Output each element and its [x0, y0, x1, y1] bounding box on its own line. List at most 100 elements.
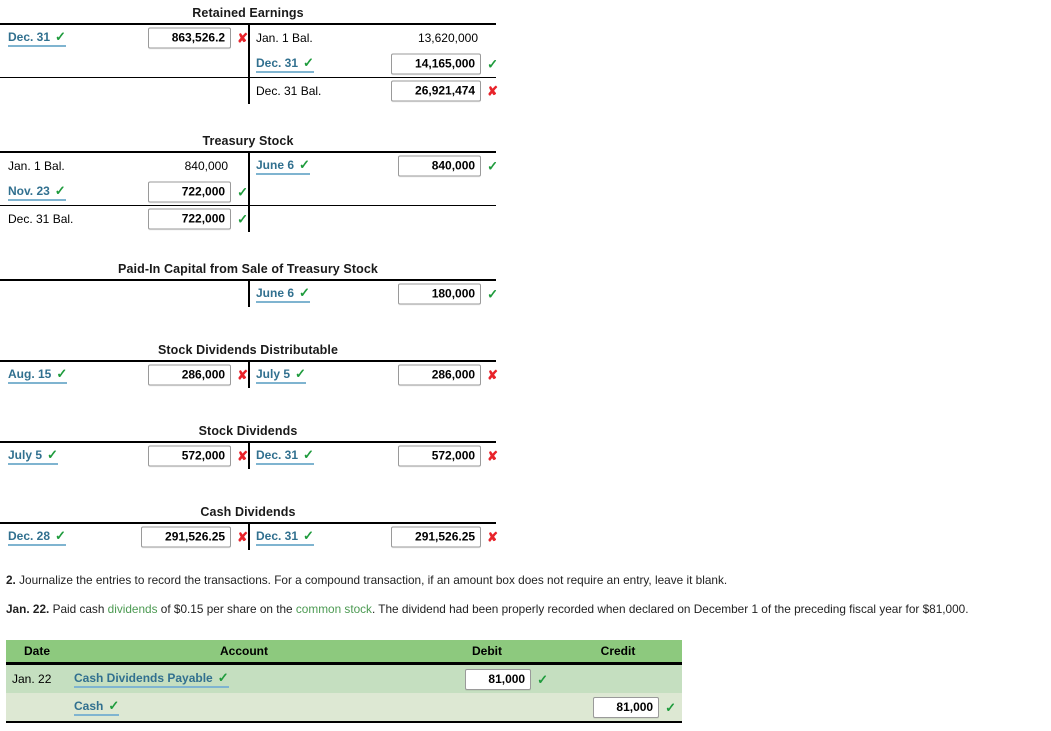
journal-date-cell: Jan. 22 — [6, 663, 68, 693]
date-link[interactable]: Dec. 31 ✓ — [256, 56, 314, 73]
t-account-body: June 6 ✓ 180,000 ✓ — [0, 279, 498, 307]
date-link[interactable]: Dec. 31 ✓ — [256, 529, 314, 546]
debit-input[interactable]: 81,000 — [465, 668, 532, 690]
t-account-body: Aug. 15 ✓ 286,000 ✘ July 5 ✓ 286,000 ✘ — [0, 360, 498, 388]
t-account-body: July 5 ✓ 572,000 ✘ Dec. 31 ✓ 572,000 ✘ — [0, 441, 498, 469]
t-account-block: Treasury Stock Jan. 1 Bal. 840,000 June 6 ✓ 8… — [0, 134, 498, 232]
amount-static: 13,620,000 — [417, 31, 478, 45]
correct-check-icon: ✓ — [665, 699, 676, 715]
incorrect-cross-icon: ✘ — [487, 529, 498, 545]
t-account-block: Stock Dividends July 5 ✓ 572,000 ✘ Dec. 31 ✓ 57… — [0, 424, 498, 469]
correct-check-icon: ✓ — [303, 527, 314, 543]
correct-check-icon: ✓ — [56, 365, 68, 381]
t-account-right-side: Dec. 31 ✓ 14,165,000 ✓ — [248, 51, 498, 77]
journal-header-row: Date Account Debit Credit — [6, 640, 682, 665]
amount-input[interactable]: 840,000 — [398, 155, 482, 177]
t-account-row: Dec. 31 ✓ 14,165,000 ✓ — [0, 51, 498, 77]
amount-cell: 13,620,000 — [418, 31, 498, 45]
amount-input[interactable]: 722,000 — [148, 181, 232, 203]
amount-input[interactable]: 291,526.25 — [141, 526, 232, 548]
amount-input[interactable]: 572,000 — [148, 445, 232, 467]
correct-check-icon: ✓ — [299, 156, 310, 172]
t-account-row: June 6 ✓ 180,000 ✓ — [0, 281, 498, 307]
t-account-right-side — [248, 179, 496, 205]
date-link[interactable]: Dec. 28 ✓ — [8, 529, 66, 546]
journal-debit-cell: 81,000 ✓ — [420, 663, 554, 693]
instruction-number: 2. — [6, 573, 16, 587]
amount-input[interactable]: 286,000 — [398, 364, 482, 386]
date-link[interactable]: June 6 ✓ — [256, 158, 310, 175]
incorrect-cross-icon: ✘ — [487, 448, 498, 464]
amount-input[interactable]: 14,165,000 — [391, 53, 482, 75]
date-link[interactable]: Aug. 15 ✓ — [8, 365, 68, 384]
amount-cell: 180,000 ✓ — [398, 283, 498, 305]
amount-cell: 840,000 — [185, 159, 248, 173]
correct-check-icon: ✓ — [47, 446, 58, 462]
t-account-body: Jan. 1 Bal. 840,000 June 6 ✓ 840,000 ✓ Nov. 23… — [0, 151, 498, 232]
incorrect-cross-icon: ✘ — [237, 529, 248, 545]
row-label: Dec. 31 Bal. — [256, 84, 322, 98]
account-link[interactable]: Cash Dividends Payable ✓ — [74, 671, 229, 688]
journal-account-cell: Cash ✓ — [68, 693, 420, 723]
journal-debit-cell — [420, 693, 554, 723]
t-account-left-side: Dec. 31 Bal. 722,000 ✓ — [0, 206, 248, 232]
column-header-date: Date — [6, 640, 68, 665]
date-link[interactable]: Dec. 31 ✓ — [8, 30, 66, 47]
journal-row: Jan. 22 Cash Dividends Payable ✓ 81,000 ✓ — [6, 663, 682, 693]
correct-check-icon: ✓ — [303, 446, 314, 462]
common-stock-link[interactable]: common stock — [296, 602, 372, 616]
t-account-left-side — [0, 78, 248, 104]
date-link[interactable]: June 6 ✓ — [256, 286, 310, 303]
t-account-right-side — [248, 206, 496, 232]
correct-check-icon: ✓ — [487, 286, 498, 302]
amount-cell: 14,165,000 ✓ — [391, 53, 498, 75]
amount-cell: 572,000 ✘ — [398, 445, 498, 467]
amount-input[interactable]: 26,921,474 — [391, 80, 482, 102]
t-account-block: Retained Earnings Dec. 31 ✓ 863,526.2 ✘ Jan. … — [0, 6, 498, 104]
t-account-left-side — [0, 281, 248, 307]
t-account-left-side: Jan. 1 Bal. 840,000 — [0, 153, 248, 179]
amount-input[interactable]: 863,526.2 — [148, 27, 232, 49]
account-link[interactable]: Cash ✓ — [74, 697, 120, 716]
date-link[interactable]: Nov. 23 ✓ — [8, 184, 66, 201]
amount-input[interactable]: 180,000 — [398, 283, 482, 305]
journal-credit-cell: 81,000 ✓ — [554, 693, 682, 723]
credit-input[interactable]: 81,000 — [593, 696, 660, 718]
t-account-row: Dec. 28 ✓ 291,526.25 ✘ Dec. 31 ✓ 291,526.25 ✘ — [0, 524, 498, 550]
instruction-line: 2. Journalize the entries to record the … — [6, 573, 727, 587]
correct-check-icon: ✓ — [537, 671, 548, 687]
amount-input[interactable]: 291,526.25 — [391, 526, 482, 548]
transaction-description: Jan. 22. Paid cash dividends of $0.15 pe… — [6, 602, 969, 616]
correct-check-icon: ✓ — [295, 365, 306, 381]
incorrect-cross-icon: ✘ — [487, 367, 498, 383]
t-account-right-side: June 6 ✓ 180,000 ✓ — [248, 281, 498, 307]
date-link[interactable]: Dec. 31 ✓ — [256, 448, 314, 465]
amount-cell: 291,526.25 ✘ — [391, 526, 498, 548]
column-header-debit: Debit — [420, 640, 554, 665]
amount-input[interactable]: 286,000 — [148, 364, 232, 386]
correct-check-icon: ✓ — [299, 284, 310, 300]
correct-check-icon: ✓ — [237, 184, 248, 200]
t-account-row: Aug. 15 ✓ 286,000 ✘ July 5 ✓ 286,000 ✘ — [0, 362, 498, 388]
amount-input[interactable]: 722,000 — [148, 208, 232, 230]
t-account-title: Stock Dividends — [198, 424, 298, 438]
amount-input[interactable]: 572,000 — [398, 445, 482, 467]
t-account-right-side: July 5 ✓ 286,000 ✘ — [248, 362, 498, 388]
t-account-block: Cash Dividends Dec. 28 ✓ 291,526.25 ✘ Dec. 31… — [0, 505, 498, 550]
correct-check-icon: ✓ — [108, 697, 120, 713]
row-label: Jan. 1 Bal. — [256, 31, 313, 45]
amount-cell: 26,921,474 ✘ — [391, 80, 498, 102]
amount-cell: 722,000 ✓ — [148, 208, 248, 230]
t-account-left-side: Nov. 23 ✓ 722,000 ✓ — [0, 179, 248, 205]
amount-cell: 840,000 ✓ — [398, 155, 498, 177]
t-account-title: Stock Dividends Distributable — [157, 343, 339, 357]
correct-check-icon: ✓ — [237, 211, 248, 227]
t-account-right-side: Dec. 31 ✓ 572,000 ✘ — [248, 443, 498, 469]
amount-cell: 722,000 ✓ — [148, 181, 248, 203]
dividends-link[interactable]: dividends — [108, 602, 158, 616]
t-account-row: Dec. 31 ✓ 863,526.2 ✘ Jan. 1 Bal. 13,620,000 — [0, 25, 496, 51]
date-link[interactable]: July 5 ✓ — [256, 367, 306, 384]
t-account-title: Cash Dividends — [200, 505, 296, 519]
date-link[interactable]: July 5 ✓ — [8, 448, 58, 465]
correct-check-icon: ✓ — [487, 56, 498, 72]
